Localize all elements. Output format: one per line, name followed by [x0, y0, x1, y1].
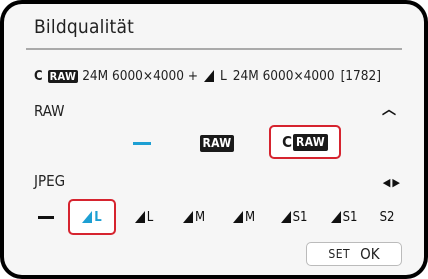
- raw-option-none[interactable]: [114, 129, 170, 157]
- fine-quality-icon: [280, 211, 291, 223]
- summary-jpeg-info: 24M 6000×4000: [232, 68, 335, 84]
- jpeg-option-label: S1: [342, 209, 358, 225]
- jpeg-option-normal-s1[interactable]: S1: [322, 203, 366, 231]
- jpeg-option-fine-l[interactable]: L: [68, 199, 116, 235]
- ok-label: OK: [360, 245, 380, 263]
- set-label: SET: [328, 247, 351, 261]
- jpeg-option-normal-m[interactable]: M: [222, 203, 266, 231]
- normal-quality-icon: [232, 211, 243, 223]
- jpeg-option-label: S2: [379, 209, 395, 225]
- summary-raw-prefix: C: [34, 68, 43, 84]
- jpeg-option-fine-s1[interactable]: S1: [272, 203, 316, 231]
- jpeg-option-label: M: [244, 209, 256, 225]
- camera-screen: Bildqualität C RAW 24M 6000×4000 + L 24M …: [0, 0, 428, 279]
- summary-raw-info: 24M 6000×4000 +: [82, 68, 199, 84]
- jpeg-option-label: L: [94, 209, 102, 225]
- summary-jpeg-quality: L: [220, 68, 227, 84]
- raw-option-craw-label: RAW: [292, 133, 328, 151]
- fine-quality-icon: [182, 211, 193, 223]
- jpeg-option-s2[interactable]: S2: [372, 203, 402, 231]
- raw-row-label: RAW: [34, 102, 65, 120]
- summary-raw-badge: RAW: [47, 69, 79, 83]
- jpeg-option-none[interactable]: [34, 203, 58, 231]
- jpeg-options-row: L L M M S1 S1 S2: [24, 199, 414, 235]
- jpeg-quality-icon: [204, 70, 215, 82]
- up-chevron-icon: ︿: [382, 102, 396, 118]
- image-quality-panel: Bildqualität C RAW 24M 6000×4000 + L 24M …: [4, 4, 424, 275]
- raw-option-raw[interactable]: RAW: [194, 129, 240, 157]
- quality-summary: C RAW 24M 6000×4000 + L 24M 6000×4000 [17…: [34, 68, 383, 84]
- jpeg-option-normal-l[interactable]: L: [124, 203, 164, 231]
- left-right-arrows-icon: ◀▶: [382, 176, 402, 189]
- raw-option-craw-prefix: C: [282, 133, 292, 151]
- raw-none-dash-icon: [133, 141, 151, 145]
- normal-quality-icon: [330, 211, 341, 223]
- summary-shots-remaining: [1782]: [340, 68, 381, 84]
- raw-option-craw[interactable]: C RAW: [269, 125, 341, 159]
- normal-quality-icon: [134, 211, 145, 223]
- raw-option-raw-label: RAW: [199, 134, 235, 152]
- fine-quality-icon: [82, 211, 93, 223]
- jpeg-row-label: JPEG: [34, 172, 66, 190]
- jpeg-option-label: M: [194, 209, 206, 225]
- title-divider: [26, 48, 402, 50]
- jpeg-option-label: S1: [292, 209, 308, 225]
- jpeg-option-label: L: [146, 209, 154, 225]
- set-ok-button[interactable]: SET OK: [306, 242, 402, 266]
- page-title: Bildqualität: [34, 16, 135, 38]
- jpeg-option-fine-m[interactable]: M: [172, 203, 216, 231]
- jpeg-none-dash-icon: [38, 215, 54, 219]
